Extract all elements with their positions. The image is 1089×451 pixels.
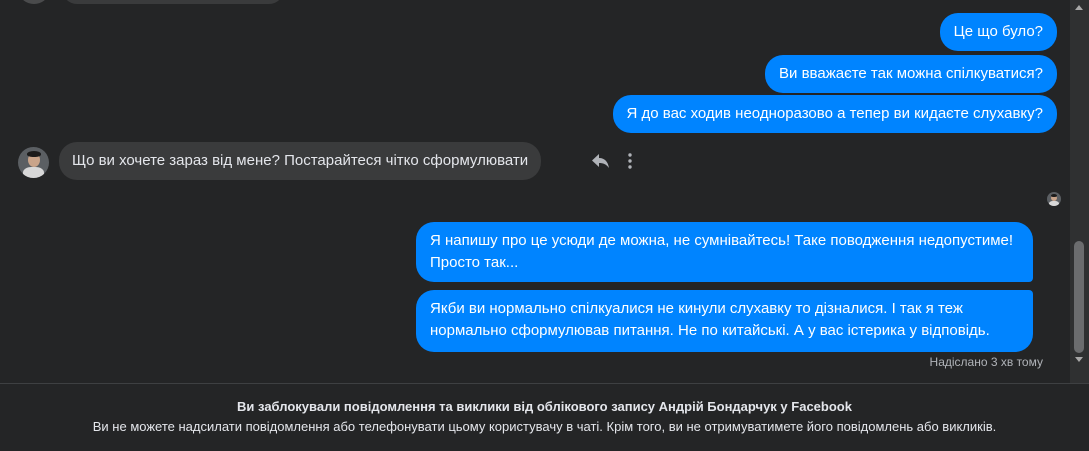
- message-text: Я напишу про це усюди де можна, не сумні…: [430, 232, 1014, 271]
- scroll-up-arrow-icon[interactable]: [1075, 5, 1083, 10]
- more-vertical-icon[interactable]: [621, 150, 639, 172]
- seen-avatar-icon: [1047, 192, 1061, 206]
- message-text: Ви вважаєте так можна спілкуватися?: [779, 65, 1043, 82]
- message-bubble-outgoing[interactable]: Це що було?: [939, 13, 1057, 51]
- blocked-notice-text: Ви не можете надсилати повідомлення або …: [92, 419, 997, 434]
- message-bubble-outgoing[interactable]: Якби ви нормально спілкуалися не кинули …: [416, 290, 1033, 352]
- scrollbar-thumb[interactable]: [1074, 241, 1084, 353]
- message-thread[interactable]: Це що було? Ви вважаєте так можна спілку…: [0, 0, 1070, 383]
- message-bubble-outgoing[interactable]: Ви вважаєте так можна спілкуватися?: [765, 55, 1057, 93]
- contact-avatar[interactable]: [18, 147, 49, 178]
- message-text: Якби ви нормально спілкуалися не кинули …: [430, 300, 990, 339]
- blocked-notice: Ви заблокували повідомлення та виклики в…: [0, 383, 1089, 451]
- message-bubble-outgoing[interactable]: Я напишу про це усюди де можна, не сумні…: [416, 222, 1033, 282]
- message-bubble-incoming[interactable]: Що ви хочете зараз від мене? Постарайтес…: [59, 142, 542, 180]
- scroll-down-arrow-icon[interactable]: [1075, 357, 1083, 362]
- message-text: Я до вас ходив неодноразово а тепер ви к…: [626, 105, 1044, 122]
- contact-avatar[interactable]: [20, 0, 48, 4]
- blocked-notice-title: Ви заблокували повідомлення та виклики в…: [237, 399, 852, 414]
- scrollbar[interactable]: [1070, 0, 1089, 383]
- message-bubble-incoming-previous[interactable]: [62, 0, 284, 4]
- reply-icon[interactable]: [589, 150, 611, 172]
- message-bubble-outgoing[interactable]: Я до вас ходив неодноразово а тепер ви к…: [612, 95, 1057, 133]
- sent-status: Надіслано 3 хв тому: [929, 355, 1043, 369]
- message-text: Це що було?: [953, 23, 1043, 40]
- message-text: Що ви хочете зараз від мене? Постарайтес…: [72, 152, 529, 169]
